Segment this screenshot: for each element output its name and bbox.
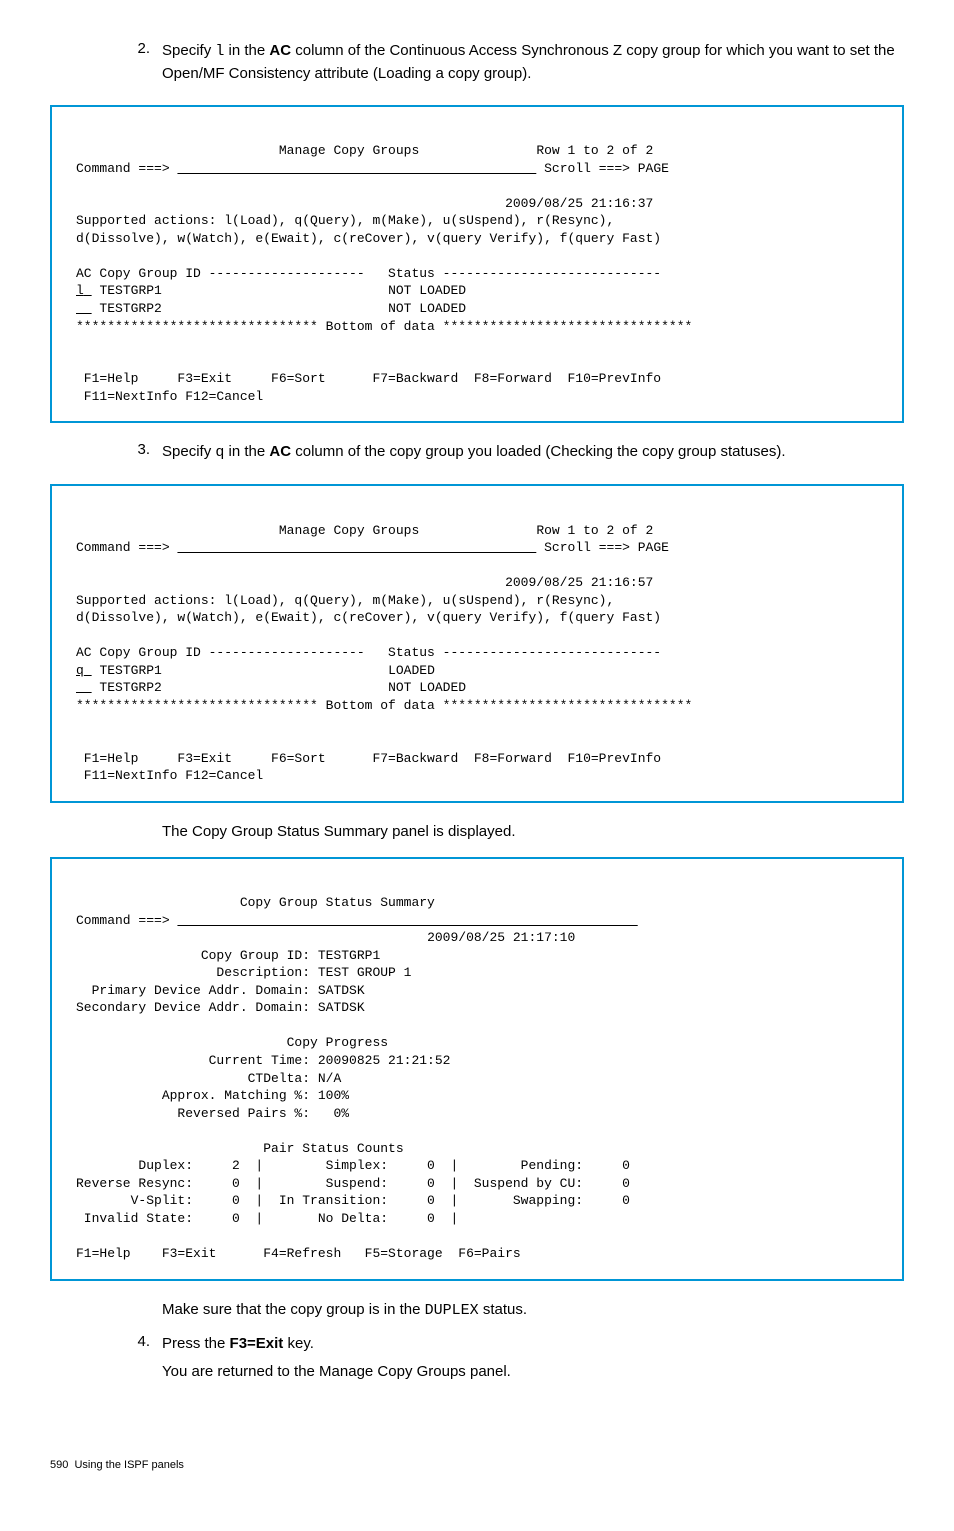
t1-scroll: Scroll ===> PAGE xyxy=(544,161,669,176)
terminal-panel-1: Manage Copy Groups Row 1 to 2 of 2 Comma… xyxy=(50,105,904,424)
t3-c2: Reverse Resync: 0 | Suspend: 0 | Suspend… xyxy=(76,1176,630,1191)
step4-after: key. xyxy=(283,1335,314,1352)
t2-cmd: Command ===> xyxy=(76,540,170,555)
t3-p3: Approx. Matching %: 100% xyxy=(76,1088,349,1103)
footer-label: Using the ISPF panels xyxy=(74,1459,183,1471)
duplex-line: Make sure that the copy group is in the … xyxy=(162,1299,904,1322)
t3-keys: F1=Help F3=Exit F4=Refresh F5=Storage F6… xyxy=(76,1246,521,1261)
t1-row: Row 1 to 2 of 2 xyxy=(536,143,653,158)
footer-page-number: 590 xyxy=(50,1459,68,1471)
duplex-after: status. xyxy=(479,1301,527,1318)
t1-row1: l TESTGRP1 NOT LOADED xyxy=(76,283,466,298)
t1-r1: TESTGRP1 NOT LOADED xyxy=(99,283,466,298)
duplex-code: DUPLEX xyxy=(425,1302,479,1319)
t3-c4: Invalid State: 0 | No Delta: 0 | xyxy=(76,1211,458,1226)
step4-line2: You are returned to the Manage Copy Grou… xyxy=(162,1361,904,1383)
t3-prog-hdr: Copy Progress xyxy=(76,1035,388,1050)
t3-cmd: Command ===> xyxy=(76,913,170,928)
t1-title-line: Manage Copy Groups Row 1 to 2 of 2 xyxy=(76,143,653,158)
t1-cmd-line: Command ===> Scroll ===> PAGE xyxy=(76,161,669,176)
t2-r1: TESTGRP1 LOADED xyxy=(99,663,434,678)
t1-keys2: F11=NextInfo F12=Cancel xyxy=(76,389,263,404)
t3-l1: Copy Group ID: TESTGRP1 xyxy=(76,948,380,963)
step3-number: 3. xyxy=(120,441,162,470)
t1-row2: TESTGRP2 NOT LOADED xyxy=(76,301,466,316)
t2-ts-line: 2009/08/25 21:16:57 xyxy=(76,575,653,590)
t2-r2: TESTGRP2 NOT LOADED xyxy=(99,680,466,695)
step2-pre: Specify xyxy=(162,42,215,59)
summary-line: The Copy Group Status Summary panel is d… xyxy=(162,821,904,843)
t3-title-line: Copy Group Status Summary xyxy=(76,895,435,910)
t2-title-line: Manage Copy Groups Row 1 to 2 of 2 xyxy=(76,523,653,538)
step3-text: Specify q in the AC column of the copy g… xyxy=(162,441,904,464)
t3-ts-line: 2009/08/25 21:17:10 xyxy=(76,930,575,945)
step4-text: Press the F3=Exit key. xyxy=(162,1333,904,1355)
step2-text: Specify l in the AC column of the Contin… xyxy=(162,40,904,85)
step3-mid: in the xyxy=(224,443,269,460)
t2-hdr: AC Copy Group ID -------------------- St… xyxy=(76,645,661,660)
t1-hdr: AC Copy Group ID -------------------- St… xyxy=(76,266,661,281)
t1-bottom: ******************************* Bottom o… xyxy=(76,319,692,334)
step3-pre: Specify xyxy=(162,443,215,460)
step2-number: 2. xyxy=(120,40,162,91)
step3-after: column of the copy group you loaded (Che… xyxy=(291,443,785,460)
step4-bold: F3=Exit xyxy=(230,1335,284,1352)
t3-p2: CTDelta: N/A xyxy=(76,1071,341,1086)
t2-r1ac: q xyxy=(76,663,84,678)
t1-r1ac: l xyxy=(76,283,84,298)
step4-pre: Press the xyxy=(162,1335,230,1352)
t3-c1: Duplex: 2 | Simplex: 0 | Pending: 0 xyxy=(76,1158,630,1173)
t1-r2: TESTGRP2 NOT LOADED xyxy=(99,301,466,316)
t2-cmd-line: Command ===> Scroll ===> PAGE xyxy=(76,540,669,555)
terminal-panel-3: Copy Group Status Summary Command ===> 2… xyxy=(50,857,904,1281)
duplex-pre: Make sure that the copy group is in the xyxy=(162,1301,425,1318)
page-footer: 590 Using the ISPF panels xyxy=(50,1459,904,1471)
t3-p4: Reversed Pairs %: 0% xyxy=(76,1106,349,1121)
t3-cmd-line: Command ===> xyxy=(76,913,638,928)
t2-ts: 2009/08/25 21:16:57 xyxy=(505,575,653,590)
step2-mid: in the xyxy=(224,42,269,59)
t2-row: Row 1 to 2 of 2 xyxy=(536,523,653,538)
t2-bottom: ******************************* Bottom o… xyxy=(76,698,692,713)
t1-ts-line: 2009/08/25 21:16:37 xyxy=(76,196,653,211)
t3-ts: 2009/08/25 21:17:10 xyxy=(427,930,575,945)
t2-scroll: Scroll ===> PAGE xyxy=(544,540,669,555)
t2-title: Manage Copy Groups xyxy=(279,523,419,538)
t1-sup2: d(Dissolve), w(Watch), e(Ewait), c(reCov… xyxy=(76,231,661,246)
t3-psc-hdr: Pair Status Counts xyxy=(76,1141,404,1156)
t1-sup1: Supported actions: l(Load), q(Query), m(… xyxy=(76,213,614,228)
t3-l4: Secondary Device Addr. Domain: SATDSK xyxy=(76,1000,365,1015)
t1-cmd: Command ===> xyxy=(76,161,170,176)
step3-bold: AC xyxy=(269,443,291,460)
t3-l2: Description: TEST GROUP 1 xyxy=(76,965,411,980)
t3-c3: V-Split: 0 | In Transition: 0 | Swapping… xyxy=(76,1193,630,1208)
t2-keys1: F1=Help F3=Exit F6=Sort F7=Backward F8=F… xyxy=(76,751,661,766)
t3-l3: Primary Device Addr. Domain: SATDSK xyxy=(76,983,365,998)
t2-sup1: Supported actions: l(Load), q(Query), m(… xyxy=(76,593,614,608)
t3-title: Copy Group Status Summary xyxy=(240,895,435,910)
step4-number: 4. xyxy=(120,1333,162,1389)
t2-keys2: F11=NextInfo F12=Cancel xyxy=(76,768,263,783)
t1-keys1: F1=Help F3=Exit F6=Sort F7=Backward F8=F… xyxy=(76,371,661,386)
t2-sup2: d(Dissolve), w(Watch), e(Ewait), c(reCov… xyxy=(76,610,661,625)
terminal-panel-2: Manage Copy Groups Row 1 to 2 of 2 Comma… xyxy=(50,484,904,803)
t1-ts: 2009/08/25 21:16:37 xyxy=(505,196,653,211)
t2-row2: TESTGRP2 NOT LOADED xyxy=(76,680,466,695)
t3-p1: Current Time: 20090825 21:21:52 xyxy=(76,1053,450,1068)
t1-title: Manage Copy Groups xyxy=(279,143,419,158)
t2-row1: q TESTGRP1 LOADED xyxy=(76,663,435,678)
step2-bold: AC xyxy=(269,42,291,59)
